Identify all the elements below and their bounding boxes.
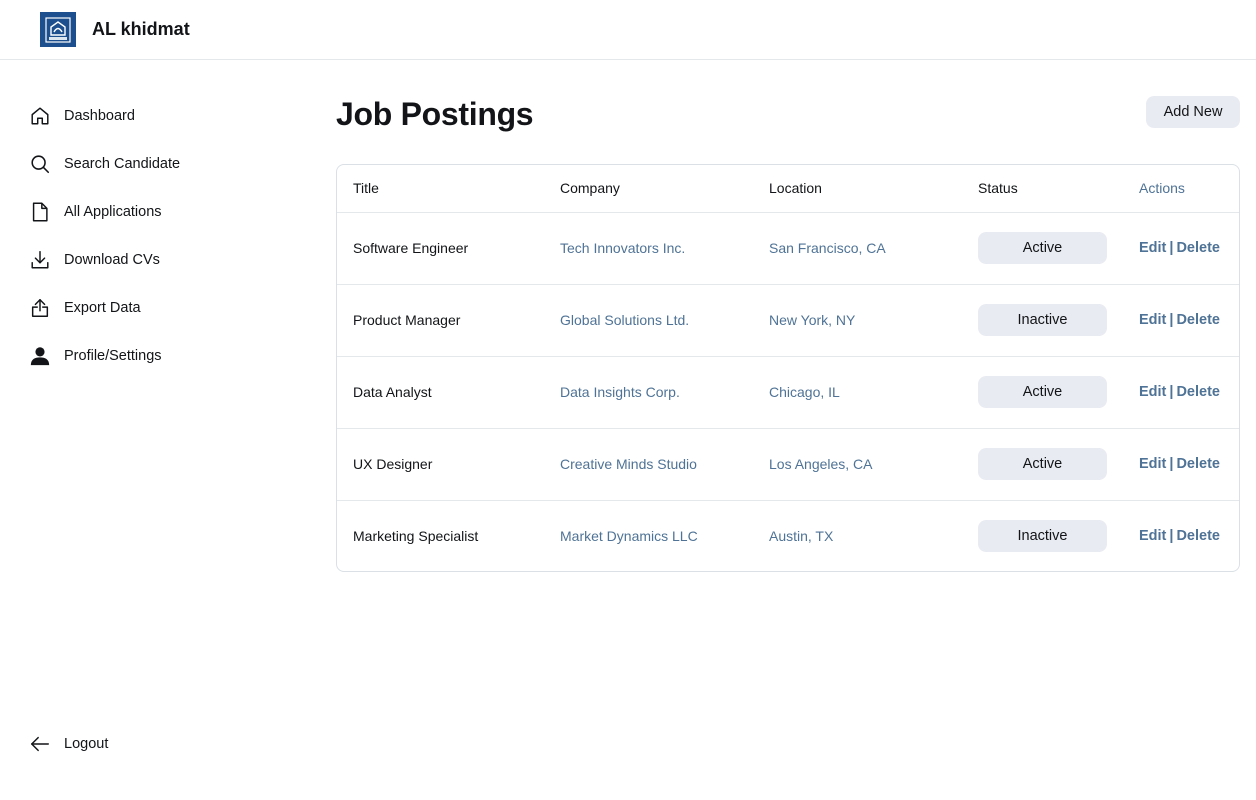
status-cell: Active	[962, 356, 1123, 428]
home-icon	[28, 104, 52, 128]
sidebar-item-label: Profile/Settings	[64, 348, 162, 364]
edit-link[interactable]: Edit	[1139, 240, 1166, 256]
status-badge[interactable]: Active	[978, 232, 1107, 264]
app-name: AL khidmat	[92, 19, 190, 39]
table-row: Software Engineer Tech Innovators Inc. S…	[337, 212, 1239, 284]
arrow-left-icon	[28, 732, 52, 756]
action-separator: |	[1169, 312, 1174, 328]
actions-cell: Edit | Delete	[1123, 284, 1239, 356]
delete-link[interactable]: Delete	[1176, 528, 1220, 544]
edit-link[interactable]: Edit	[1139, 456, 1166, 472]
page-title: Job Postings	[336, 96, 534, 132]
job-title-cell: Data Analyst	[353, 384, 432, 400]
status-badge[interactable]: Inactive	[978, 520, 1107, 553]
status-badge[interactable]: Inactive	[978, 304, 1107, 336]
search-icon	[28, 152, 52, 176]
user-icon	[28, 344, 52, 368]
action-separator: |	[1169, 240, 1174, 256]
delete-link[interactable]: Delete	[1176, 312, 1220, 328]
location-cell: Chicago, IL	[769, 384, 840, 400]
status-cell: Inactive	[962, 284, 1123, 356]
company-cell: Tech Innovators Inc.	[560, 240, 686, 256]
column-header-status: Status	[978, 180, 1018, 197]
column-header-location: Location	[769, 180, 822, 197]
sidebar-item-label: Search Candidate	[64, 156, 181, 172]
job-title-cell: Software Engineer	[353, 240, 469, 256]
delete-link[interactable]: Delete	[1176, 240, 1220, 256]
column-header-title: Title	[353, 180, 379, 197]
status-cell: Active	[962, 428, 1123, 500]
company-cell: Market Dynamics LLC	[560, 528, 698, 545]
status-badge[interactable]: Active	[978, 376, 1107, 408]
sidebar-item-label: Export Data	[64, 300, 141, 316]
action-separator: |	[1169, 456, 1174, 472]
edit-link[interactable]: Edit	[1139, 312, 1166, 328]
sidebar: Dashboard Search Candidate All Applicati…	[0, 60, 300, 800]
logout-button[interactable]: Logout	[28, 726, 288, 762]
status-cell: Inactive	[962, 500, 1123, 571]
table-row: Product Manager Global Solutions Ltd. Ne…	[337, 284, 1239, 356]
job-postings-table: Title Company Location Status Actions So…	[336, 164, 1240, 572]
company-cell: Global Solutions Ltd.	[560, 312, 690, 328]
sidebar-item-label: Download CVs	[64, 252, 160, 268]
sidebar-item-download-cvs[interactable]: Download CVs	[28, 242, 288, 278]
sidebar-item-export-data[interactable]: Export Data	[28, 290, 288, 326]
edit-link[interactable]: Edit	[1139, 528, 1166, 544]
company-cell: Data Insights Corp.	[560, 384, 680, 400]
sidebar-item-dashboard[interactable]: Dashboard	[28, 98, 288, 134]
location-cell: New York, NY	[769, 312, 856, 328]
job-title-cell: Marketing Specialist	[353, 528, 479, 545]
delete-link[interactable]: Delete	[1176, 456, 1220, 472]
download-icon	[28, 248, 52, 272]
delete-link[interactable]: Delete	[1176, 384, 1220, 400]
logout-label: Logout	[64, 736, 109, 752]
status-badge[interactable]: Active	[978, 448, 1107, 480]
job-title-cell: UX Designer	[353, 456, 433, 472]
actions-cell: Edit | Delete	[1123, 212, 1239, 284]
table-row: Marketing Specialist Market Dynamics LLC…	[337, 500, 1239, 571]
sidebar-item-label: Dashboard	[64, 108, 135, 124]
top-bar: AL khidmat	[0, 0, 1256, 60]
export-icon	[28, 296, 52, 320]
action-separator: |	[1169, 528, 1174, 545]
table-row: UX Designer Creative Minds Studio Los An…	[337, 428, 1239, 500]
actions-cell: Edit | Delete	[1123, 356, 1239, 428]
location-cell: San Francisco, CA	[769, 240, 886, 256]
file-icon	[28, 200, 52, 224]
action-separator: |	[1169, 384, 1174, 400]
actions-cell: Edit | Delete	[1123, 500, 1239, 571]
sidebar-item-search-candidate[interactable]: Search Candidate	[28, 146, 288, 182]
sidebar-item-profile-settings[interactable]: Profile/Settings	[28, 338, 288, 374]
location-cell: Austin, TX	[769, 528, 834, 545]
actions-cell: Edit | Delete	[1123, 428, 1239, 500]
table-row: Data Analyst Data Insights Corp. Chicago…	[337, 356, 1239, 428]
app-logo[interactable]	[40, 12, 76, 47]
edit-link[interactable]: Edit	[1139, 384, 1166, 400]
column-header-actions: Actions	[1139, 180, 1185, 197]
job-title-cell: Product Manager	[353, 312, 461, 328]
sidebar-item-label: All Applications	[64, 204, 162, 220]
location-cell: Los Angeles, CA	[769, 456, 873, 472]
status-cell: Active	[962, 212, 1123, 284]
company-cell: Creative Minds Studio	[560, 456, 697, 472]
table-header-row: Title Company Location Status Actions	[337, 165, 1239, 212]
sidebar-item-all-applications[interactable]: All Applications	[28, 194, 288, 230]
logo-emblem-icon	[45, 16, 71, 43]
add-new-button[interactable]: Add New	[1146, 96, 1240, 128]
column-header-company: Company	[560, 180, 620, 197]
